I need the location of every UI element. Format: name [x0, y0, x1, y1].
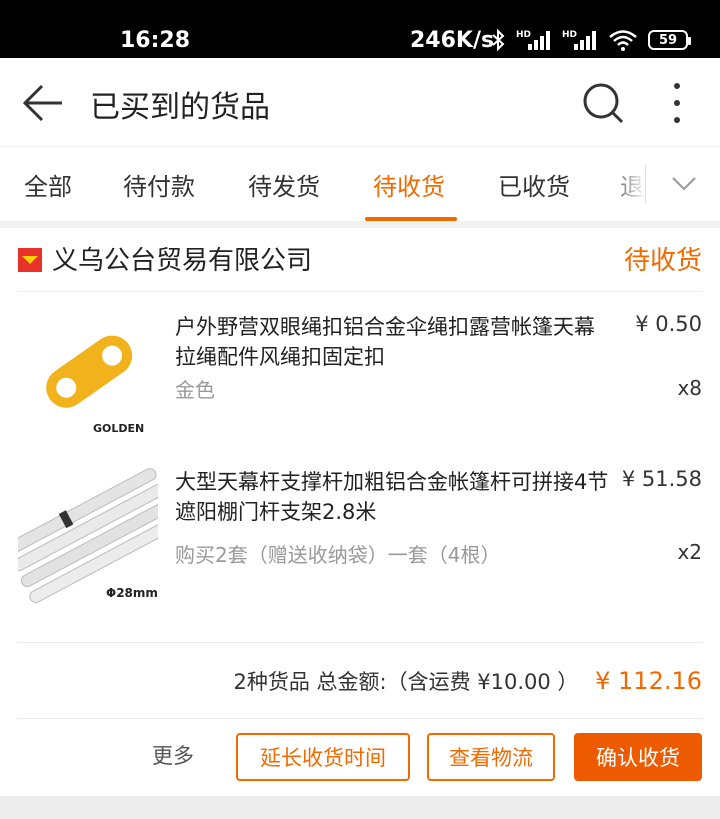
order-status: 待收货: [623, 246, 702, 276]
item-title: 户外野营双眼绳扣铝合金伞绳扣露营帐篷天幕拉绳配件风绳扣固定扣: [175, 315, 595, 369]
view-logistics-button[interactable]: 查看物流: [427, 733, 555, 781]
page-title: 已买到的货品: [90, 90, 270, 125]
item-quantity: x8: [677, 376, 702, 400]
divider: [18, 718, 702, 719]
status-bar: 16:28 246K/s HD HD 59: [0, 0, 720, 58]
battery-icon: 59: [648, 30, 691, 50]
shop-name[interactable]: 义乌公台贸易有限公司: [52, 240, 312, 277]
tab-pending-receipt[interactable]: 待收货: [373, 167, 445, 202]
more-actions-link[interactable]: 更多: [152, 740, 194, 770]
order-summary: 2种货品 总金额:（含运费 ¥10.00 ） ¥ 112.16: [233, 666, 702, 696]
svg-text:HD: HD: [562, 30, 577, 40]
tab-pending-shipment[interactable]: 待发货: [248, 167, 320, 202]
tab-separator: [645, 165, 646, 203]
item-spec: 购买2套（赠送收纳袋）一套（4根）: [175, 543, 501, 567]
item-spec: 金色: [175, 378, 215, 402]
tab-fade: [606, 161, 646, 207]
product-thumbnail: Φ28mm: [18, 467, 158, 607]
chevron-down-icon[interactable]: [668, 169, 700, 197]
summary-text: 2种货品 总金额:（含运费 ¥10.00 ）: [233, 670, 579, 694]
order-card: 义乌公台贸易有限公司 待收货 GOLDEN 户外野营双眼绳扣铝合金伞绳扣露营帐篷…: [0, 228, 720, 796]
battery-level: 59: [658, 32, 678, 48]
clock: 16:28: [120, 28, 191, 53]
extend-receipt-button[interactable]: 延长收货时间: [236, 733, 410, 781]
order-tabs: 全部 待付款 待发货 待收货 已收货 退: [0, 146, 720, 221]
shop-icon[interactable]: [18, 248, 42, 272]
wifi-icon: [609, 30, 637, 51]
tab-pending-payment[interactable]: 待付款: [123, 167, 195, 202]
confirm-receipt-button[interactable]: 确认收货: [574, 733, 702, 781]
order-item[interactable]: Φ28mm 大型天幕杆支撑杆加粗铝合金帐篷杆可拼接4节遮阳棚门杆支架2.8米 购…: [0, 467, 720, 642]
signal-hd-icon: HD: [516, 30, 550, 50]
search-icon[interactable]: [580, 80, 626, 126]
tab-all[interactable]: 全部: [24, 167, 72, 202]
tab-received[interactable]: 已收货: [498, 167, 570, 202]
item-quantity: x2: [677, 540, 702, 564]
divider: [18, 642, 702, 643]
more-options-icon[interactable]: [662, 78, 692, 128]
back-arrow-icon[interactable]: [18, 78, 68, 128]
active-tab-indicator: [365, 217, 457, 221]
status-icons: HD HD 59: [490, 27, 691, 53]
bluetooth-icon: [492, 28, 505, 52]
thumb-size-label: Φ28mm: [106, 586, 158, 600]
order-item[interactable]: GOLDEN 户外野营双眼绳扣铝合金伞绳扣露营帐篷天幕拉绳配件风绳扣固定扣 金色…: [0, 292, 720, 467]
app-bar: 已买到的货品: [0, 58, 720, 146]
signal-hd-icon-2: HD: [562, 30, 596, 50]
bottom-strip: [0, 796, 720, 819]
thumb-brand-label: GOLDEN: [93, 422, 144, 435]
order-total: ¥ 112.16: [595, 667, 702, 695]
item-price: ¥ 0.50: [635, 312, 702, 336]
item-title: 大型天幕杆支撑杆加粗铝合金帐篷杆可拼接4节遮阳棚门杆支架2.8米: [175, 470, 609, 524]
network-speed: 246K/s: [410, 28, 495, 53]
item-price: ¥ 51.58: [621, 467, 702, 491]
svg-text:HD: HD: [516, 30, 531, 40]
product-thumbnail: GOLDEN: [18, 310, 158, 450]
